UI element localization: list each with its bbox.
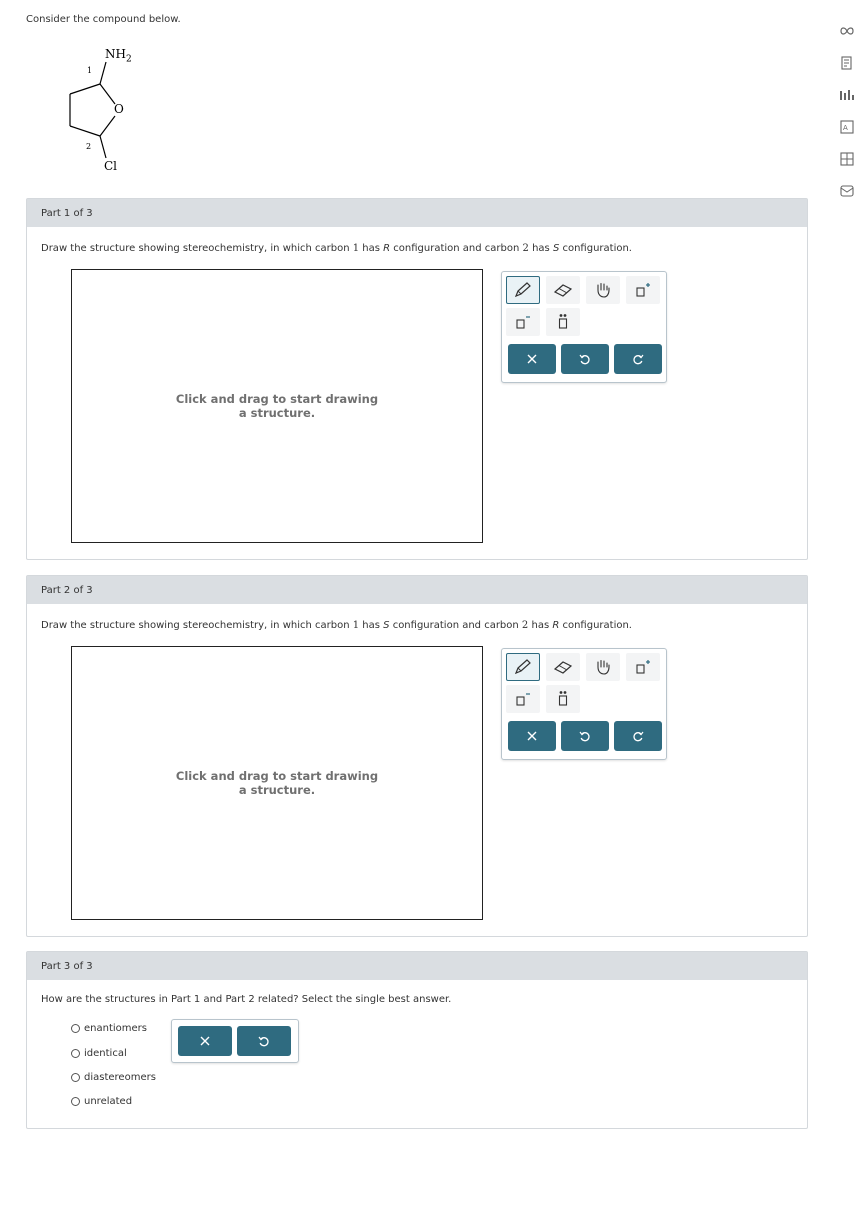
drawing-toolbar	[501, 271, 667, 383]
option-enantiomers[interactable]: enantiomers	[71, 1022, 156, 1034]
part-3-question: How are the structures in Part 1 and Par…	[41, 994, 452, 1005]
eraser-icon	[553, 284, 573, 297]
canvas-hint: Click and drag to start drawing a struct…	[175, 392, 379, 420]
lone-pair-icon	[558, 314, 568, 329]
q-text: configuration and carbon	[390, 243, 523, 254]
eraser-tool-button[interactable]	[546, 653, 580, 681]
q-text: configuration.	[559, 243, 632, 254]
charge-plus-icon	[636, 660, 650, 674]
radio-button[interactable]	[71, 1072, 80, 1082]
pencil-icon	[514, 282, 531, 298]
undo-icon	[579, 354, 590, 365]
part-1-panel: Part 1 of 3 Draw the structure showing s…	[26, 198, 808, 560]
mail-icon[interactable]	[838, 182, 856, 200]
lone-pair-button[interactable]	[546, 308, 580, 336]
infinity-icon[interactable]	[838, 22, 856, 40]
option-label: unrelated	[84, 1095, 133, 1107]
undo-button[interactable]	[561, 344, 609, 374]
drawing-canvas[interactable]: Click and drag to start drawing a struct…	[71, 269, 483, 543]
part-3-panel: Part 3 of 3 How are the structures in Pa…	[26, 951, 808, 1129]
hand-tool-button[interactable]	[586, 276, 620, 304]
canvas-hint: Click and drag to start drawing a struct…	[175, 769, 379, 797]
carbon-2-number: 2	[86, 142, 92, 151]
undo-icon	[579, 731, 590, 742]
x-icon	[200, 1036, 210, 1046]
compound-structure: NH2 O Cl 1 2	[60, 42, 160, 182]
charge-plus-icon	[636, 283, 650, 297]
option-identical[interactable]: identical	[71, 1047, 156, 1059]
hand-icon	[597, 659, 610, 675]
pencil-tool-button[interactable]	[506, 653, 540, 681]
right-rail: A	[838, 22, 856, 214]
q-text: configuration.	[559, 620, 632, 631]
periodic-table-icon[interactable]: A	[838, 118, 856, 136]
lone-pair-button[interactable]	[546, 685, 580, 713]
answer-options: enantiomers identical diastereomers unre…	[71, 1022, 156, 1119]
radio-button[interactable]	[71, 1023, 80, 1033]
charge-minus-icon	[516, 316, 530, 329]
calculator-icon[interactable]	[838, 150, 856, 168]
x-icon	[527, 731, 537, 741]
part-1-question: Draw the structure showing stereochemist…	[41, 243, 632, 254]
prompt-text: Consider the compound below.	[26, 14, 181, 25]
q-text: has	[359, 243, 384, 254]
q-text: has	[359, 620, 384, 631]
radio-button[interactable]	[71, 1048, 80, 1058]
q-text: Draw the structure showing stereochemist…	[41, 620, 353, 631]
chlorine-label: Cl	[104, 159, 118, 173]
nh-text: NH	[105, 47, 126, 61]
option-unrelated[interactable]: unrelated	[71, 1095, 156, 1107]
option-diastereomers[interactable]: diastereomers	[71, 1071, 156, 1083]
charge-minus-icon	[516, 693, 530, 706]
charge-minus-button[interactable]	[506, 685, 540, 713]
redo-button[interactable]	[614, 721, 662, 751]
answer-toolbar	[171, 1019, 299, 1063]
q-text: configuration and carbon	[389, 620, 522, 631]
pencil-tool-button[interactable]	[506, 276, 540, 304]
hand-tool-button[interactable]	[586, 653, 620, 681]
lone-pair-icon	[558, 691, 568, 706]
clear-button[interactable]	[508, 344, 556, 374]
hand-icon	[597, 282, 610, 298]
q-text: has	[528, 243, 553, 254]
part-2-header: Part 2 of 3	[27, 576, 807, 604]
charge-plus-button[interactable]	[626, 276, 660, 304]
chart-icon[interactable]	[838, 86, 856, 104]
option-label: identical	[84, 1047, 127, 1059]
charge-minus-button[interactable]	[506, 308, 540, 336]
option-label: diastereomers	[84, 1071, 156, 1083]
nh2-label: NH2	[105, 47, 132, 64]
redo-icon	[633, 731, 644, 742]
drawing-canvas[interactable]: Click and drag to start drawing a struct…	[71, 646, 483, 920]
charge-plus-button[interactable]	[626, 653, 660, 681]
redo-icon	[633, 354, 644, 365]
radio-button[interactable]	[71, 1096, 80, 1106]
carbon-1-number: 1	[87, 66, 93, 75]
drawing-toolbar	[501, 648, 667, 760]
clear-answer-button[interactable]	[178, 1026, 232, 1056]
pencil-icon	[514, 659, 531, 675]
q-text: Draw the structure showing stereochemist…	[41, 243, 353, 254]
part-2-panel: Part 2 of 3 Draw the structure showing s…	[26, 575, 808, 937]
undo-answer-button[interactable]	[237, 1026, 291, 1056]
option-label: enantiomers	[84, 1022, 147, 1034]
undo-button[interactable]	[561, 721, 609, 751]
eraser-tool-button[interactable]	[546, 276, 580, 304]
part-2-question: Draw the structure showing stereochemist…	[41, 620, 632, 631]
q-text: has	[528, 620, 553, 631]
oxygen-label: O	[114, 102, 124, 116]
redo-button[interactable]	[614, 344, 662, 374]
x-icon	[527, 354, 537, 364]
undo-icon	[258, 1036, 269, 1047]
clear-button[interactable]	[508, 721, 556, 751]
eraser-icon	[553, 661, 573, 674]
part-1-header: Part 1 of 3	[27, 199, 807, 227]
nh-subscript: 2	[125, 54, 132, 65]
svg-text:A: A	[843, 124, 848, 132]
document-icon[interactable]	[838, 54, 856, 72]
part-3-header: Part 3 of 3	[27, 952, 807, 980]
